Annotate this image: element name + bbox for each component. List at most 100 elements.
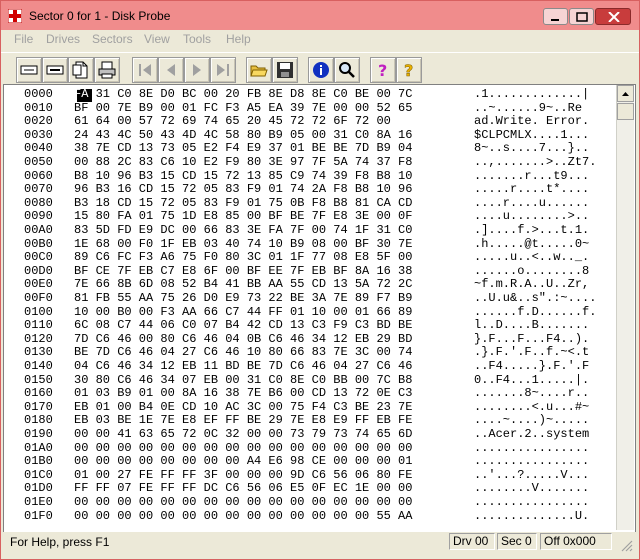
hex-row[interactable]: 0120 7D C6 46 00 80 C6 46 04 0B C6 46 34 …: [4, 332, 614, 346]
hex-row[interactable]: 01C0 01 00 27 FE FF FF 3F 00 00 00 9D C6 …: [4, 468, 614, 482]
row-ascii[interactable]: .h.....@t.....0~: [474, 237, 589, 251]
row-ascii[interactable]: .}.F.'.F..f.~<.t: [474, 345, 589, 359]
hex-row[interactable]: 0020 61 64 00 57 72 69 74 65 20 45 72 72 …: [4, 114, 614, 128]
hex-row[interactable]: 01F0 00 00 00 00 00 00 00 00 00 00 00 00 …: [4, 509, 614, 523]
row-ascii[interactable]: .1.............|: [474, 87, 589, 101]
row-hex-bytes[interactable]: FF FF 07 FE FF FF DC C6 56 06 E5 0F EC 1…: [74, 481, 412, 495]
maximize-button[interactable]: [569, 8, 594, 25]
save-button[interactable]: [272, 57, 298, 83]
row-hex-bytes[interactable]: 00 88 2C 83 C6 10 E2 F9 80 3E 97 7F 5A 7…: [74, 155, 412, 169]
hex-row[interactable]: 0060 B8 10 96 B3 15 CD 15 72 13 85 C9 74 …: [4, 169, 614, 183]
hex-row[interactable]: 00B0 1E 68 00 F0 1F EB 03 40 74 10 B9 08 …: [4, 237, 614, 251]
row-ascii[interactable]: ..Acer.2..system: [474, 427, 589, 441]
row-ascii[interactable]: ..U.u&..s".:~....: [474, 291, 596, 305]
row-ascii[interactable]: .......8~....r..: [474, 386, 589, 400]
hex-row[interactable]: 0170 EB 01 00 B4 0E CD 10 AC 3C 00 75 F4 …: [4, 400, 614, 414]
row-hex-bytes[interactable]: 81 FB 55 AA 75 26 D0 E9 73 22 BE 3A 7E 8…: [74, 291, 412, 305]
row-ascii[interactable]: ................: [474, 495, 589, 509]
hex-row[interactable]: 0000 FA 31 C0 8E D0 BC 00 20 FB 8E D8 8E …: [4, 87, 614, 102]
hex-row[interactable]: 0150 30 80 C6 46 34 07 EB 00 31 C0 8E C0 …: [4, 373, 614, 387]
row-ascii[interactable]: ..,.......>..Zt7.: [474, 155, 596, 169]
row-ascii[interactable]: l..D....B.......: [474, 318, 589, 332]
row-hex-bytes[interactable]: 00 00 00 00 00 00 00 00 00 00 00 00 00 0…: [74, 441, 412, 455]
row-ascii[interactable]: ....r....u......: [474, 196, 589, 210]
hex-row[interactable]: 0040 38 7E CD 13 73 05 E2 F4 E9 37 01 BE …: [4, 141, 614, 155]
scroll-up-button[interactable]: [617, 85, 634, 102]
row-hex-bytes[interactable]: 83 5D FD E9 DC 00 66 83 3E FA 7F 00 74 1…: [74, 223, 412, 237]
menu-drives[interactable]: Drives: [46, 32, 80, 46]
row-hex-bytes[interactable]: 38 7E CD 13 73 05 E2 F4 E9 37 01 BE BE 7…: [74, 141, 412, 155]
row-hex-bytes[interactable]: 6C 08 C7 44 06 C0 07 B4 42 CD 13 C3 F9 C…: [74, 318, 412, 332]
row-ascii[interactable]: ....u........>..: [474, 209, 589, 223]
hex-row[interactable]: 0010 BF 00 7E B9 00 01 FC F3 A5 EA 39 7E …: [4, 101, 614, 115]
menu-tools[interactable]: Tools: [183, 32, 211, 46]
hex-row[interactable]: 0160 01 03 B9 01 00 8A 16 38 7E B6 00 CD …: [4, 386, 614, 400]
menu-file[interactable]: File: [14, 32, 33, 46]
hex-row[interactable]: 0050 00 88 2C 83 C6 10 E2 F9 80 3E 97 7F …: [4, 155, 614, 169]
menu-sectors[interactable]: Sectors: [92, 32, 133, 46]
row-hex-bytes[interactable]: 7D C6 46 00 80 C6 46 04 0B C6 46 34 12 E…: [74, 332, 412, 346]
row-ascii[interactable]: 0..F4...1.....|.: [474, 373, 589, 387]
hex-row[interactable]: 0190 00 00 41 63 65 72 0C 32 00 00 73 79 …: [4, 427, 614, 441]
row-hex-bytes[interactable]: 01 00 27 FE FF FF 3F 00 00 00 9D C6 56 0…: [74, 468, 412, 482]
hex-row[interactable]: 0100 10 00 B0 00 F3 AA 66 C7 44 FF 01 10 …: [4, 305, 614, 319]
row-hex-bytes[interactable]: 00 00 00 00 00 00 00 00 00 00 00 00 00 0…: [74, 495, 412, 509]
hex-row[interactable]: 0080 B3 18 CD 15 72 05 83 F9 01 75 0B F8 …: [4, 196, 614, 210]
next-record-button[interactable]: [184, 57, 210, 83]
row-hex-bytes[interactable]: 15 80 FA 01 75 1D E8 85 00 BF BE 7F E8 3…: [74, 209, 412, 223]
row-ascii[interactable]: ad.Write. Error.: [474, 114, 589, 128]
hex-row[interactable]: 00E0 7E 66 8B 6D 08 52 B4 41 BB AA 55 CD …: [4, 277, 614, 291]
hex-row[interactable]: 0030 24 43 4C 50 43 4D 4C 58 80 B9 05 00 …: [4, 128, 614, 142]
row-ascii[interactable]: 8~..s....7...}..: [474, 141, 589, 155]
hex-row[interactable]: 01B0 00 00 00 00 00 00 00 00 A4 E6 98 CE …: [4, 454, 614, 468]
help-button[interactable]: ?: [370, 57, 396, 83]
hex-row[interactable]: 01A0 00 00 00 00 00 00 00 00 00 00 00 00 …: [4, 441, 614, 455]
first-record-button[interactable]: [132, 57, 158, 83]
row-hex-bytes[interactable]: 10 00 B0 00 F3 AA 66 C7 44 FF 01 10 00 0…: [74, 305, 412, 319]
hex-row[interactable]: 0180 EB 03 BE 1E 7E E8 EF FF BE 29 7E E8 …: [4, 413, 614, 427]
row-hex-bytes[interactable]: 96 B3 16 CD 15 72 05 83 F9 01 74 2A F8 B…: [74, 182, 412, 196]
row-ascii[interactable]: ~f.m.R.A..U..Zr,: [474, 277, 589, 291]
title-bar[interactable]: Sector 0 for 1 - Disk Probe: [1, 1, 639, 30]
row-ascii[interactable]: ................: [474, 454, 589, 468]
row-ascii[interactable]: ....~....)~.....: [474, 413, 589, 427]
resize-grip-icon[interactable]: [619, 538, 633, 552]
byte-view-button[interactable]: [42, 57, 68, 83]
scroll-thumb[interactable]: [617, 103, 634, 120]
menu-view[interactable]: View: [144, 32, 170, 46]
hex-row[interactable]: 01E0 00 00 00 00 00 00 00 00 00 00 00 00 …: [4, 495, 614, 509]
row-hex-bytes[interactable]: 01 03 B9 01 00 8A 16 38 7E B6 00 CD 13 7…: [74, 386, 412, 400]
row-hex-bytes[interactable]: EB 03 BE 1E 7E E8 EF FF BE 29 7E E8 E9 F…: [74, 413, 412, 427]
row-hex-bytes[interactable]: 7E 66 8B 6D 08 52 B4 41 BB AA 55 CD 13 5…: [74, 277, 412, 291]
row-hex-bytes[interactable]: BE 7D C6 46 04 27 C6 46 10 80 66 83 7E 3…: [74, 345, 412, 359]
row-hex-bytes[interactable]: BF CE 7F EB C7 E8 6F 00 BF EE 7F EB BF 8…: [74, 264, 412, 278]
hex-row[interactable]: 0140 04 C6 46 34 12 EB 11 BD BE 7D C6 46 …: [4, 359, 614, 373]
hex-row[interactable]: 0090 15 80 FA 01 75 1D E8 85 00 BF BE 7F …: [4, 209, 614, 223]
hex-row[interactable]: 0110 6C 08 C7 44 06 C0 07 B4 42 CD 13 C3 …: [4, 318, 614, 332]
row-hex-bytes[interactable]: B3 18 CD 15 72 05 83 F9 01 75 0B F8 B8 8…: [74, 196, 412, 210]
row-ascii[interactable]: .......r...t9...: [474, 169, 589, 183]
row-hex-bytes[interactable]: 61 64 00 57 72 69 74 65 20 45 72 72 6F 7…: [74, 114, 391, 128]
hex-row[interactable]: 00F0 81 FB 55 AA 75 26 D0 E9 73 22 BE 3A …: [4, 291, 614, 305]
row-hex-bytes[interactable]: 89 C6 FC F3 A6 75 F0 80 3C 01 1F 77 08 E…: [74, 250, 412, 264]
row-hex-bytes[interactable]: B8 10 96 B3 15 CD 15 72 13 85 C9 74 39 F…: [74, 169, 412, 183]
search-button[interactable]: [334, 57, 360, 83]
row-ascii[interactable]: ..............U.: [474, 509, 589, 523]
row-ascii[interactable]: ......o........8: [474, 264, 589, 278]
hex-row[interactable]: 0070 96 B3 16 CD 15 72 05 83 F9 01 74 2A …: [4, 182, 614, 196]
row-ascii[interactable]: ..~......9~..Re: [474, 101, 582, 115]
info-button[interactable]: [308, 57, 334, 83]
row-ascii[interactable]: .....r....t*....: [474, 182, 589, 196]
row-hex-bytes[interactable]: FA 31 C0 8E D0 BC 00 20 FB 8E D8 8E C0 B…: [74, 87, 412, 101]
open-folder-button[interactable]: [246, 57, 272, 83]
row-ascii[interactable]: .]....f.>...t.1.: [474, 223, 589, 237]
close-button[interactable]: [595, 8, 631, 25]
context-help-button[interactable]: ?: [396, 57, 422, 83]
row-hex-bytes[interactable]: EB 01 00 B4 0E CD 10 AC 3C 00 75 F4 C3 B…: [74, 400, 412, 414]
row-ascii[interactable]: ........V.......: [474, 481, 589, 495]
row-ascii[interactable]: .....u..<..w.._.: [474, 250, 589, 264]
vertical-scrollbar[interactable]: [616, 85, 634, 530]
hex-row[interactable]: 0130 BE 7D C6 46 04 27 C6 46 10 80 66 83 …: [4, 345, 614, 359]
hex-row[interactable]: 00C0 89 C6 FC F3 A6 75 F0 80 3C 01 1F 77 …: [4, 250, 614, 264]
selected-byte[interactable]: FA: [74, 87, 88, 101]
